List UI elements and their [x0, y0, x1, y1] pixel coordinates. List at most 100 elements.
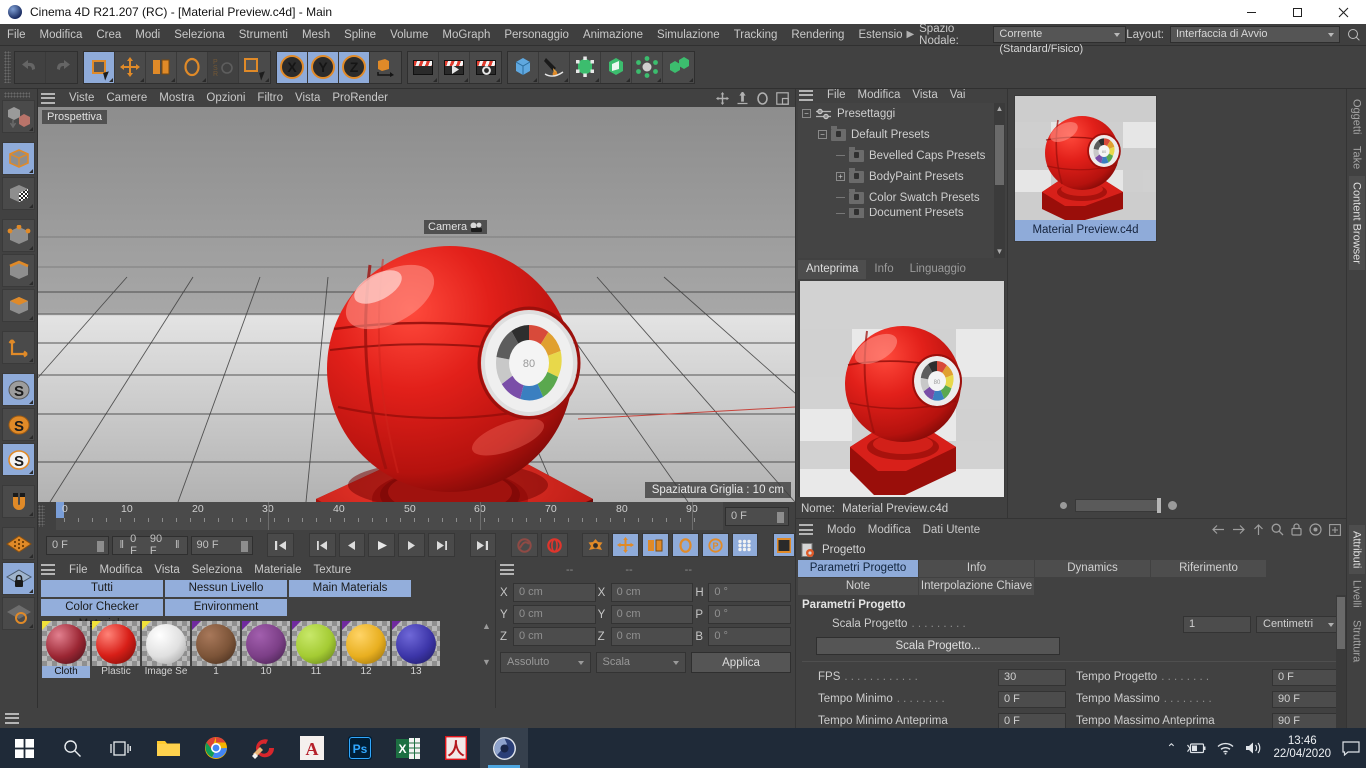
material-menu-icon[interactable]: [41, 564, 55, 575]
coord-field-pos-z[interactable]: 0 cm: [513, 627, 596, 646]
material-item[interactable]: 11: [292, 621, 340, 678]
viewport-3d[interactable]: 80 Prospettiva Camera Spaziatura Griglia…: [38, 107, 795, 502]
undo-button[interactable]: [15, 51, 46, 83]
vtab-take[interactable]: Take: [1349, 140, 1365, 175]
scroll-thumb[interactable]: [995, 125, 1004, 185]
frame-range-display[interactable]: ‖ 0 F 90 F ‖: [111, 533, 188, 557]
cb-menu-vista[interactable]: Vista: [906, 89, 943, 101]
tab-note[interactable]: Note: [798, 578, 918, 595]
viewport-menu-prorender[interactable]: ProRender: [326, 92, 394, 104]
menu-strumenti[interactable]: Strumenti: [232, 24, 295, 46]
align-workplane-button[interactable]: [2, 597, 35, 630]
autokeying-button[interactable]: [540, 533, 568, 557]
coord-field-rot-b[interactable]: 0 °: [708, 627, 792, 646]
go-to-next-frame-button[interactable]: [398, 533, 426, 557]
menu-mesh[interactable]: Mesh: [295, 24, 337, 46]
project-time-field[interactable]: 0 F: [1272, 668, 1340, 686]
menu-volume[interactable]: Volume: [383, 24, 435, 46]
expander-minus-icon[interactable]: −: [802, 109, 811, 118]
enable-snap-button[interactable]: S: [2, 408, 35, 441]
vtab-struttura[interactable]: Struttura: [1349, 614, 1365, 668]
tab-parametri-progetto[interactable]: Parametri Progetto: [798, 560, 918, 577]
start-button[interactable]: [0, 728, 48, 768]
material-item[interactable]: Plastic: [92, 621, 140, 678]
taskbar-clock[interactable]: 13:46 22/04/2020: [1273, 735, 1331, 761]
go-to-start-button[interactable]: [267, 533, 295, 557]
dolly-icon[interactable]: [736, 91, 749, 105]
layer-filter-color-checker[interactable]: Color Checker Materials: [41, 599, 163, 630]
record-active-objects-button[interactable]: [510, 533, 538, 557]
coord-field-size-y[interactable]: 0 cm: [610, 605, 694, 624]
workplane-button[interactable]: [2, 527, 35, 560]
vtab-content-browser[interactable]: Content Browser: [1348, 175, 1365, 270]
coord-field-size-z[interactable]: 0 cm: [610, 627, 694, 646]
tab-interpolazione-chiave[interactable]: Interpolazione Chiave: [919, 578, 1034, 595]
tree-item-bevelled-caps[interactable]: Bevelled Caps Presets: [798, 145, 1005, 166]
render-view-button[interactable]: [408, 51, 439, 83]
material-item[interactable]: 10: [242, 621, 290, 678]
material-item[interactable]: 1: [192, 621, 240, 678]
material-scrollbar[interactable]: ▲ ▼: [480, 621, 493, 667]
viewport-menu-opzioni[interactable]: Opzioni: [200, 92, 251, 104]
generator-button[interactable]: [570, 51, 601, 83]
expander-minus-icon[interactable]: −: [818, 130, 827, 139]
battery-icon[interactable]: [1187, 742, 1206, 755]
volume-icon[interactable]: [1245, 741, 1262, 755]
deformer-button[interactable]: [632, 51, 663, 83]
large-thumbnail-icon[interactable]: [1168, 500, 1177, 510]
menu-modi[interactable]: Modi: [128, 24, 167, 46]
vtab-attributi[interactable]: Attributi: [1348, 525, 1365, 575]
go-to-previous-frame-button[interactable]: [338, 533, 366, 557]
current-frame-field[interactable]: 0 F: [725, 506, 789, 526]
viewport-menu-camere[interactable]: Camere: [100, 92, 153, 104]
status-menu-icon[interactable]: [5, 712, 19, 724]
content-browser-menu-icon[interactable]: [799, 89, 813, 101]
expander-plus-icon[interactable]: +: [836, 172, 845, 181]
rotate-tool-button[interactable]: [177, 51, 208, 83]
redo-button[interactable]: [46, 51, 77, 83]
task-view-button[interactable]: [96, 728, 144, 768]
show-hidden-icons[interactable]: ⌃: [1166, 741, 1176, 755]
tab-info[interactable]: Info: [866, 260, 901, 279]
tree-item-presettaggi[interactable]: − Presettaggi: [798, 103, 1005, 124]
menu-animazione[interactable]: Animazione: [576, 24, 650, 46]
material-item[interactable]: Cloth: [42, 621, 90, 678]
play-button[interactable]: [368, 533, 396, 557]
move-tool-button[interactable]: [115, 51, 146, 83]
layout-select[interactable]: Interfaccia di Avvio: [1170, 26, 1340, 43]
workplane-snap-button[interactable]: S: [2, 443, 35, 476]
lock-workplane-button[interactable]: [2, 562, 35, 595]
menu-simulazione[interactable]: Simulazione: [650, 24, 727, 46]
max-preview-time-field[interactable]: 90 F: [1272, 712, 1340, 730]
edges-mode-button[interactable]: [2, 254, 35, 287]
material-menu-modifica[interactable]: Modifica: [94, 564, 149, 576]
tab-info[interactable]: Info: [919, 560, 1034, 577]
coord-field-size-x[interactable]: 0 cm: [610, 583, 694, 602]
attr-menu-dati-utente[interactable]: Dati Utente: [917, 524, 987, 536]
menu-tracking[interactable]: Tracking: [727, 24, 785, 46]
axis-x-button[interactable]: X: [277, 51, 308, 83]
small-thumbnail-icon[interactable]: [1060, 501, 1067, 509]
scale-tool-button[interactable]: [146, 51, 177, 83]
array-button[interactable]: [601, 51, 632, 83]
menu-estensioni[interactable]: Estensioni: [851, 24, 903, 46]
material-menu-file[interactable]: File: [63, 564, 94, 576]
thumbnail-size-slider[interactable]: [1075, 497, 1161, 513]
viewport-menu-filtro[interactable]: Filtro: [251, 92, 289, 104]
vtab-livelli[interactable]: Livelli: [1349, 574, 1365, 614]
coord-field-pos-x[interactable]: 0 cm: [513, 583, 596, 602]
maximize-button[interactable]: [1274, 0, 1320, 24]
search-button[interactable]: [48, 728, 96, 768]
menu-spline[interactable]: Spline: [337, 24, 383, 46]
menu-personaggio[interactable]: Personaggio: [497, 24, 576, 46]
render-settings-button[interactable]: [470, 51, 501, 83]
lock-icon[interactable]: [1291, 523, 1302, 536]
point-level-animation-button[interactable]: [731, 533, 759, 557]
make-editable-button[interactable]: [2, 100, 35, 133]
axis-z-button[interactable]: Z: [339, 51, 370, 83]
camera-badge[interactable]: Camera: [424, 220, 488, 234]
menu-modifica[interactable]: Modifica: [33, 24, 90, 46]
menu-overflow-arrow-icon[interactable]: ▶: [903, 29, 917, 40]
vtab-oggetti[interactable]: Oggetti: [1349, 93, 1365, 140]
cinema4d-button[interactable]: [480, 728, 528, 768]
